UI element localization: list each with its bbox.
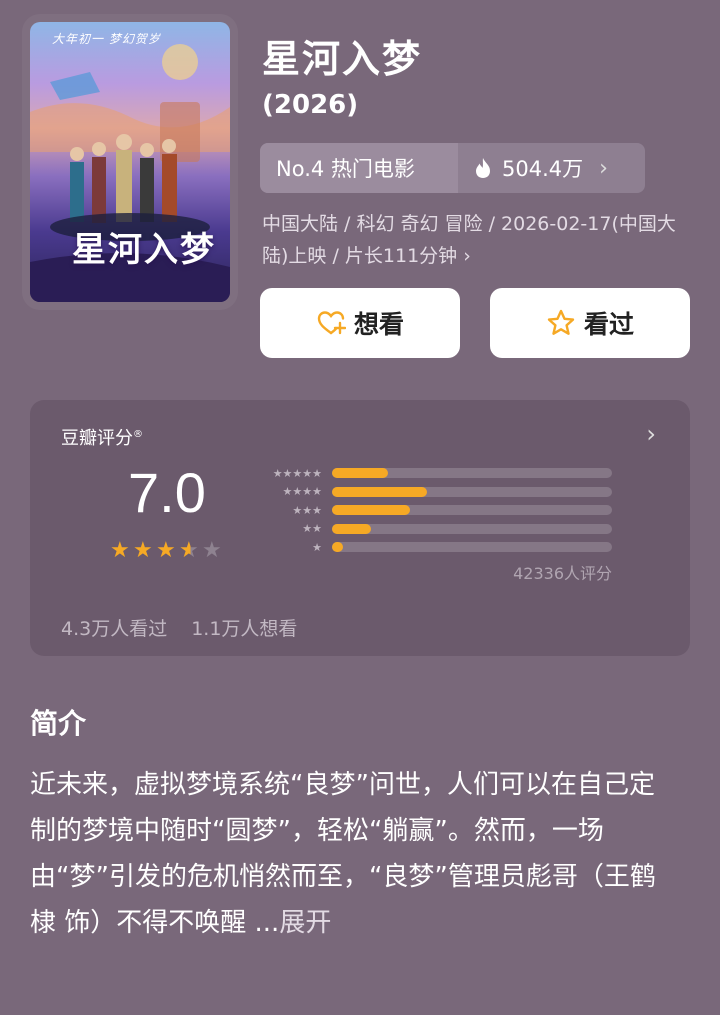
movie-title: 星河入梦 <box>262 37 423 81</box>
heat-value-group: 504.4万 › <box>458 143 645 193</box>
seen-label: 看过 <box>583 310 634 339</box>
rating-score: 7.0 <box>128 461 206 524</box>
want-to-watch-button[interactable]: 想看 <box>260 288 460 358</box>
rating-distribution: ★★★★★ ★★★★ ★★★ ★★ ★ <box>252 464 612 557</box>
star-icon: ★ <box>110 538 130 563</box>
star-icon: ★ <box>156 538 176 563</box>
bar-track <box>332 468 612 479</box>
movie-detail-page: 大年初一 梦幻贺岁 星河入梦 星河入梦 (2026) No.4 热门电影 504… <box>0 0 720 1015</box>
rating-bar-row: ★★★★ <box>252 483 612 502</box>
bar-fill <box>332 505 411 516</box>
movie-poster[interactable]: 大年初一 梦幻贺岁 星河入梦 <box>30 22 230 302</box>
watched-button[interactable]: 看过 <box>490 288 690 358</box>
rating-stars: ★ ★ ★ ★ ★ <box>110 540 225 562</box>
intro-body: 近未来，虚拟梦境系统“良梦”问世，人们可以在自己定制的梦境中随时“圆梦”，轻松“… <box>30 770 656 938</box>
want-count: 1.1万人想看 <box>191 618 298 640</box>
rank-heat-pill[interactable]: No.4 热门电影 504.4万 › <box>260 143 645 193</box>
rating-count: 42336人评分 <box>513 564 612 583</box>
intro-text: 近未来，虚拟梦境系统“良梦”问世，人们可以在自己定制的梦境中随时“圆梦”，轻松“… <box>30 762 680 946</box>
chevron-right-icon: › <box>599 155 608 181</box>
movie-year: (2026) <box>262 90 359 120</box>
bar-star-label: ★★ <box>302 522 322 536</box>
poster-tagline: 大年初一 梦幻贺岁 <box>52 32 161 46</box>
rating-bar-row: ★★★★★ <box>252 464 612 483</box>
bar-star-label: ★ <box>312 540 322 554</box>
bar-fill <box>332 542 344 553</box>
bar-fill <box>332 468 388 479</box>
star-icon: ★ <box>202 538 222 563</box>
intro-heading: 简介 <box>30 707 87 740</box>
star-icon: ★ <box>133 538 153 563</box>
rating-bar-row: ★★★ <box>252 501 612 520</box>
poster-logo: 星河入梦 <box>72 230 216 270</box>
rating-bar-row: ★ <box>252 538 612 557</box>
seen-want-stats: 4.3万人看过 1.1万人想看 <box>61 614 297 641</box>
star-icon: ★ <box>179 540 202 562</box>
bar-track <box>332 486 612 497</box>
star-outline-icon <box>547 309 575 335</box>
rank-label: No.4 热门电影 <box>260 143 458 193</box>
rating-label: 豆瓣评分® <box>61 428 143 449</box>
bar-track <box>332 523 612 534</box>
rating-bar-row: ★★ <box>252 520 612 539</box>
bar-fill <box>332 486 428 497</box>
bar-fill <box>332 523 372 534</box>
heat-value: 504.4万 <box>502 157 584 181</box>
bar-track <box>332 542 612 553</box>
chevron-right-icon[interactable]: › <box>646 420 656 448</box>
movie-meta-info[interactable]: 中国大陆 / 科幻 奇幻 冒险 / 2026-02-17(中国大陆)上映 / 片… <box>262 208 692 272</box>
bar-track <box>332 505 612 516</box>
expand-link[interactable]: 展开 <box>279 908 331 938</box>
bar-star-label: ★★★★ <box>282 485 322 499</box>
bar-star-label: ★★★ <box>292 503 322 517</box>
bar-star-label: ★★★★★ <box>272 466 322 480</box>
heart-plus-icon <box>317 311 346 335</box>
want-label: 想看 <box>353 310 404 339</box>
seen-count: 4.3万人看过 <box>61 618 168 640</box>
flame-icon <box>476 158 490 178</box>
douban-rating-card[interactable]: 豆瓣评分® › 7.0 ★ ★ ★ ★ ★ ★★★★★ ★★★★ ★★★ ★★ ★ 42336人… <box>30 400 690 656</box>
